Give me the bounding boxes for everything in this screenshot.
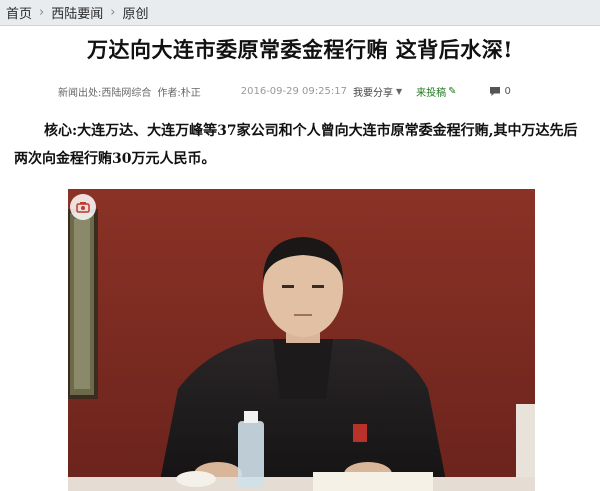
breadcrumb-original[interactable]: 原创 — [122, 3, 148, 22]
breadcrumb-home[interactable]: 首页 — [6, 3, 32, 22]
comments-button[interactable]: 0 — [489, 86, 511, 97]
comment-icon — [489, 86, 500, 96]
share-button[interactable]: 我要分享 ▼ — [353, 84, 402, 99]
caret-down-icon: ▼ — [395, 86, 403, 96]
submit-article-link[interactable]: 来投稿 ✎ — [416, 84, 456, 99]
chevron-right-icon: › — [110, 5, 116, 20]
chevron-right-icon: › — [39, 5, 45, 20]
camera-icon — [76, 202, 90, 213]
news-source: 新闻出处:西陆网综合 — [58, 87, 152, 99]
submit-label: 来投稿 — [416, 87, 447, 99]
article-photo — [68, 189, 535, 491]
photo-illustration — [68, 189, 535, 491]
pen-icon: ✎ — [448, 85, 457, 97]
breadcrumb: 首页 › 西陆要闻 › 原创 — [0, 0, 600, 26]
page-title: 万达向大连市委原常委金程行贿 这背后水深! — [86, 37, 514, 62]
share-label: 我要分享 — [352, 87, 393, 99]
article-summary: 核心:大连万达、大连万峰等37家公司和个人曾向大连市原常委金程行贿,其中万达先后… — [14, 123, 578, 167]
breadcrumb-news[interactable]: 西陆要闻 — [51, 3, 103, 22]
gallery-button[interactable] — [70, 194, 96, 220]
author: 作者:朴正 — [157, 87, 201, 99]
publish-datetime: 2016-09-29 09:25:17 — [240, 85, 347, 97]
article-meta: 新闻出处:西陆网综合 作者:朴正 2016-09-29 09:25:17 我要分… — [58, 82, 578, 100]
comment-count: 0 — [504, 85, 511, 97]
